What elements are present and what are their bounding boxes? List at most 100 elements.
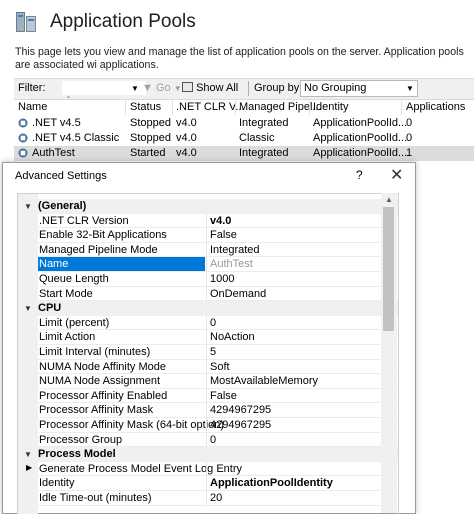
property-value[interactable]: MostAvailableMemory — [210, 375, 318, 387]
filter-dropdown-icon[interactable]: ▼ — [131, 84, 139, 93]
property-row[interactable]: Start Mode OnDemand — [18, 286, 398, 302]
pool-status: Stopped — [130, 132, 171, 144]
app-pool-icon — [18, 133, 29, 143]
property-value[interactable]: v4.0 — [210, 215, 231, 227]
property-row[interactable]: Idle Time-out (minutes) 20 — [18, 491, 398, 506]
property-row[interactable]: NUMA Node Assignment MostAvailableMemory — [18, 374, 398, 389]
page-title: Application Pools — [50, 11, 196, 32]
pool-identity: ApplicationPoolId... — [313, 147, 408, 159]
property-row[interactable]: Processor Group 0 — [18, 432, 398, 448]
property-value[interactable]: Soft — [210, 361, 230, 373]
pool-clr: v4.0 — [176, 132, 197, 144]
property-row[interactable]: Limit Interval (minutes) 5 — [18, 345, 398, 360]
property-row[interactable]: ▶ Generate Process Model Event Log Entry — [18, 461, 398, 477]
property-name: NUMA Node Assignment — [39, 375, 161, 388]
pool-status: Started — [130, 147, 166, 159]
collapse-icon[interactable]: ▼ — [24, 450, 32, 459]
property-value[interactable]: False — [210, 390, 237, 402]
property-name: Processor Group — [39, 433, 123, 446]
property-name: NUMA Node Affinity Mode — [39, 360, 166, 373]
filter-toolbar: Filter: ▼ ▼ Go ▼ Show All Group by: No G… — [14, 78, 474, 100]
property-row[interactable]: .NET CLR Version v4.0 — [18, 213, 398, 229]
pool-clr: v4.0 — [176, 117, 197, 129]
table-row[interactable]: .NET v4.5 Classic Stopped v4.0 Classic A… — [14, 131, 474, 146]
advanced-settings-dialog: Advanced Settings ? ✕ ▼ (General) .NET C… — [2, 162, 416, 514]
property-row[interactable]: NUMA Node Affinity Mode Soft — [18, 359, 398, 375]
property-value[interactable]: ApplicationPoolIdentity — [210, 477, 333, 489]
scrollbar[interactable]: ▲ — [381, 193, 397, 513]
collapse-icon[interactable]: ▼ — [24, 304, 32, 313]
pool-name: AuthTest — [32, 147, 75, 159]
property-row[interactable]: Queue Length 1000 — [18, 272, 398, 287]
property-name: Managed Pipeline Mode — [39, 243, 158, 256]
property-value[interactable]: NoAction — [210, 331, 255, 343]
toolbar-divider — [248, 81, 249, 96]
property-value[interactable]: AuthTest — [210, 258, 253, 270]
property-value[interactable]: OnDemand — [210, 288, 266, 300]
property-name: Processor Affinity Enabled — [39, 389, 168, 402]
expand-icon[interactable]: ▶ — [26, 463, 32, 472]
property-name: Identity — [39, 477, 75, 490]
column-identity[interactable]: Identity — [313, 101, 348, 113]
column-applications[interactable]: Applications — [406, 101, 465, 113]
scroll-up-icon[interactable]: ▲ — [385, 195, 393, 204]
group-by-label: Group by: — [254, 82, 303, 94]
group-by-value: No Grouping — [304, 82, 367, 94]
go-label: Go — [155, 82, 171, 94]
property-row[interactable]: Limit (percent) 0 — [18, 315, 398, 331]
property-value[interactable]: 0 — [210, 317, 216, 329]
pool-apps: 0 — [406, 132, 413, 144]
property-value[interactable]: 1000 — [210, 273, 234, 285]
property-row[interactable]: Processor Affinity Enabled False — [18, 388, 398, 404]
property-name: Processor Affinity Mask — [39, 404, 154, 417]
property-row[interactable]: Processor Affinity Mask (64-bit option) 4… — [18, 418, 398, 433]
property-name: Start Mode — [39, 287, 93, 300]
property-value[interactable]: 0 — [210, 434, 216, 446]
property-value[interactable]: False — [210, 229, 237, 241]
category-general[interactable]: ▼ (General) — [18, 199, 398, 214]
property-row[interactable]: Managed Pipeline Mode Integrated — [18, 242, 398, 258]
close-icon[interactable]: ✕ — [390, 165, 403, 185]
scrollbar-thumb[interactable] — [383, 207, 394, 331]
table-row-selected[interactable]: AuthTest Started v4.0 Integrated Applica… — [14, 146, 474, 161]
property-name: Limit Interval (minutes) — [39, 346, 151, 358]
pool-status: Stopped — [130, 117, 171, 129]
pool-name: .NET v4.5 — [32, 117, 81, 129]
go-icon: ▼ — [142, 82, 153, 94]
pool-clr: v4.0 — [176, 147, 197, 159]
column-name[interactable]: Name — [18, 101, 47, 113]
pool-apps: 0 — [406, 117, 413, 129]
table-row[interactable]: .NET v4.5 Stopped v4.0 Integrated Applic… — [14, 116, 474, 131]
property-name: Enable 32-Bit Applications — [39, 229, 167, 242]
grid-header: Name ⌃ Status .NET CLR V... Managed Pipe… — [14, 95, 474, 116]
go-dropdown-icon: ▼ — [173, 84, 182, 93]
property-value[interactable]: 20 — [210, 492, 222, 504]
property-name: .NET CLR Version — [39, 214, 129, 227]
collapse-icon[interactable]: ▼ — [24, 202, 32, 211]
category-label: (General) — [38, 200, 87, 212]
property-row-selected[interactable]: Name AuthTest — [18, 257, 398, 272]
show-all-label: Show All — [196, 82, 239, 94]
property-value[interactable]: 4294967295 — [210, 404, 271, 416]
group-by-select[interactable]: No Grouping ▼ — [300, 80, 418, 97]
dialog-title: Advanced Settings — [15, 170, 107, 182]
column-status[interactable]: Status — [130, 101, 161, 113]
go-button[interactable]: ▼ Go ▼ — [142, 82, 182, 94]
help-icon[interactable]: ? — [356, 168, 363, 182]
property-grid: ▼ (General) .NET CLR Version v4.0 Enable … — [17, 193, 399, 514]
property-row[interactable]: Limit Action NoAction — [18, 330, 398, 345]
app-pool-icon — [18, 118, 29, 128]
pool-apps: 1 — [406, 147, 413, 159]
pool-pipeline: Integrated — [239, 147, 289, 159]
property-value[interactable]: 4294967295 — [210, 419, 271, 431]
property-row[interactable]: Processor Affinity Mask 4294967295 — [18, 403, 398, 418]
category-process-model[interactable]: ▼ Process Model — [18, 447, 398, 462]
property-name: Name — [38, 257, 205, 272]
property-row[interactable]: Enable 32-Bit Applications False — [18, 228, 398, 243]
show-all-button[interactable]: Show All — [182, 82, 238, 94]
property-value[interactable]: 5 — [210, 346, 216, 358]
chevron-down-icon: ▼ — [406, 84, 414, 93]
property-value[interactable]: Integrated — [210, 244, 260, 256]
property-row[interactable]: Identity ApplicationPoolIdentity — [18, 476, 398, 491]
category-cpu[interactable]: ▼ CPU — [18, 301, 398, 316]
